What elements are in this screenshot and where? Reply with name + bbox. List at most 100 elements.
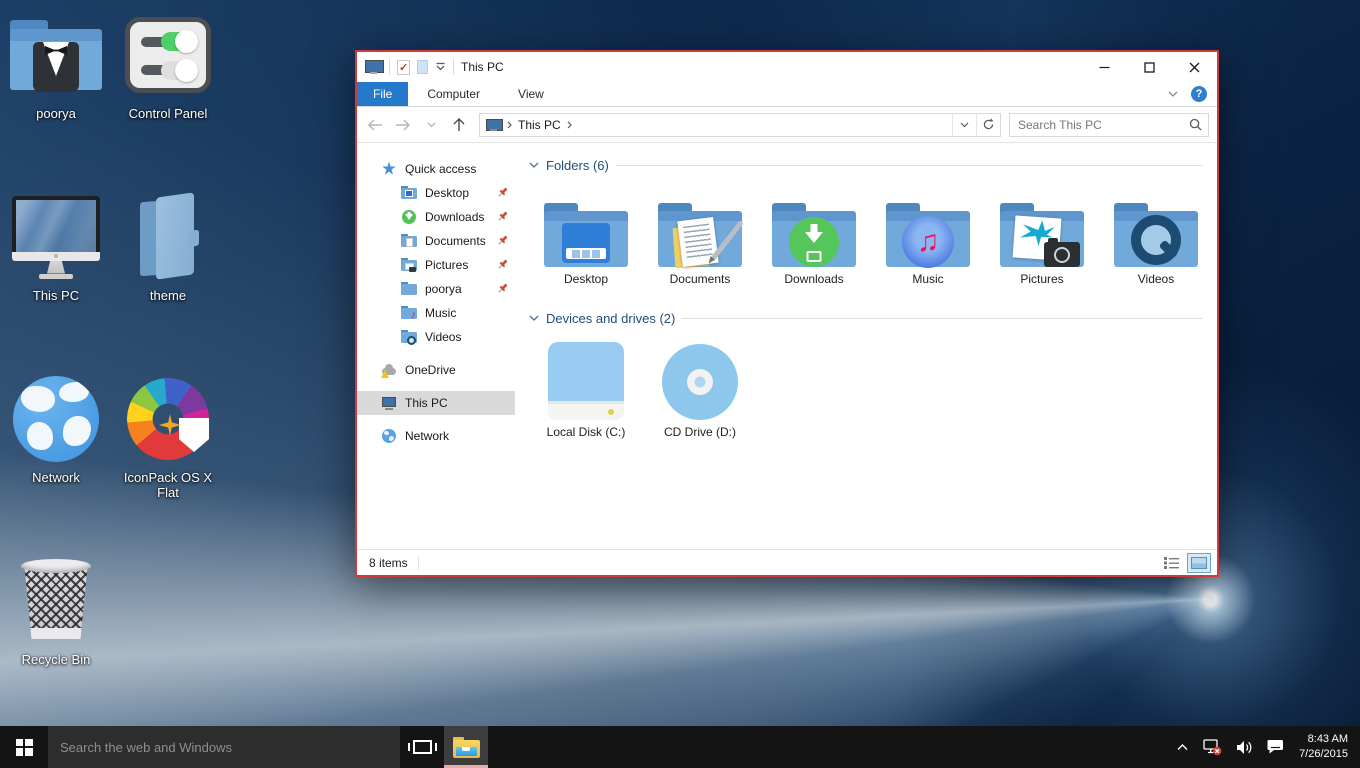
item-count: 8 items bbox=[369, 556, 408, 570]
show-hidden-icons-chevron[interactable] bbox=[1169, 726, 1196, 768]
network-globe-icon bbox=[381, 429, 397, 444]
up-button[interactable] bbox=[447, 113, 471, 137]
maximize-button[interactable] bbox=[1127, 52, 1172, 82]
breadcrumb[interactable]: This PC bbox=[480, 114, 578, 136]
folder-tile-music[interactable]: Music bbox=[871, 185, 985, 286]
sidebar-item-network[interactable]: Network bbox=[357, 424, 515, 448]
ribbon-expand-chevron-icon[interactable] bbox=[1167, 85, 1179, 103]
folder-tile-videos[interactable]: Videos bbox=[1099, 185, 1213, 286]
onedrive-icon bbox=[381, 363, 397, 378]
folder-tile-pictures[interactable]: Pictures bbox=[985, 185, 1099, 286]
task-view-button[interactable] bbox=[400, 726, 444, 768]
help-icon[interactable]: ? bbox=[1191, 86, 1207, 102]
forward-button[interactable] bbox=[391, 113, 415, 137]
desktop-icon-control-panel[interactable]: Control Panel bbox=[116, 8, 220, 122]
desktop-folder-icon bbox=[401, 186, 417, 201]
explorer-search-input[interactable] bbox=[1018, 118, 1189, 132]
drive-tile-local-disk[interactable]: Local Disk (C:) bbox=[529, 338, 643, 439]
properties-icon[interactable] bbox=[397, 60, 410, 75]
explorer-window: This PC File Computer View bbox=[355, 50, 1219, 577]
downloads-icon bbox=[401, 210, 417, 225]
recent-locations-chevron-icon[interactable] bbox=[419, 113, 443, 137]
sidebar-item-music[interactable]: Music bbox=[357, 301, 515, 325]
minimize-button[interactable] bbox=[1082, 52, 1127, 82]
open-folder-icon bbox=[121, 190, 215, 284]
window-title: This PC bbox=[461, 60, 504, 74]
sidebar-item-onedrive[interactable]: OneDrive bbox=[357, 358, 515, 382]
action-center-icon[interactable] bbox=[1260, 726, 1291, 768]
folder-tile-downloads[interactable]: Downloads bbox=[757, 185, 871, 286]
system-tray: 8:43 AM 7/26/2015 bbox=[1169, 726, 1360, 768]
sidebar-item-this-pc[interactable]: This PC bbox=[357, 391, 515, 415]
quick-access-toolbar bbox=[365, 58, 454, 76]
title-bar[interactable]: This PC bbox=[357, 52, 1217, 82]
globe-icon bbox=[9, 372, 103, 466]
sidebar-item-poorya[interactable]: poorya bbox=[357, 277, 515, 301]
address-dropdown-chevron-icon[interactable] bbox=[952, 114, 976, 136]
explorer-search[interactable] bbox=[1009, 113, 1209, 137]
devices-group: Local Disk (C:) CD Drive (D:) bbox=[529, 336, 1213, 449]
folder-tile-documents[interactable]: Documents bbox=[643, 185, 757, 286]
clock-time: 8:43 AM bbox=[1299, 732, 1348, 747]
taskbar-file-explorer-button[interactable] bbox=[444, 726, 488, 768]
collapse-chevron-icon[interactable] bbox=[529, 162, 539, 169]
volume-icon[interactable] bbox=[1229, 726, 1260, 768]
qat-customize-chevron-icon[interactable] bbox=[435, 58, 446, 76]
sidebar-item-documents[interactable]: Documents bbox=[357, 229, 515, 253]
details-view-button[interactable] bbox=[1159, 553, 1183, 573]
group-header-devices[interactable]: Devices and drives (2) bbox=[529, 306, 1213, 330]
folder-icon bbox=[401, 282, 417, 297]
quicktime-q-icon bbox=[1131, 215, 1181, 265]
desktop-icon-this-pc[interactable]: This PC bbox=[4, 190, 108, 304]
hard-drive-icon bbox=[548, 342, 624, 420]
user-folder-icon bbox=[9, 8, 103, 102]
pin-icon bbox=[496, 234, 509, 250]
search-icon[interactable] bbox=[1189, 118, 1202, 131]
close-button[interactable] bbox=[1172, 52, 1217, 82]
taskbar: 8:43 AM 7/26/2015 bbox=[0, 726, 1360, 768]
desktop-overlay-icon bbox=[562, 223, 610, 263]
documents-folder-icon bbox=[401, 234, 417, 249]
music-folder-icon bbox=[401, 306, 417, 321]
taskbar-search[interactable] bbox=[48, 726, 400, 768]
desktop-icon-poorya[interactable]: poorya bbox=[4, 8, 108, 122]
this-pc-small-icon bbox=[486, 119, 501, 131]
sidebar-item-pictures[interactable]: Pictures bbox=[357, 253, 515, 277]
taskbar-clock[interactable]: 8:43 AM 7/26/2015 bbox=[1291, 732, 1360, 762]
iconpack-swirl-icon bbox=[121, 372, 215, 466]
recycle-bin-icon bbox=[9, 554, 103, 648]
group-header-folders[interactable]: Folders (6) bbox=[529, 153, 1213, 177]
collapse-chevron-icon[interactable] bbox=[529, 315, 539, 322]
refresh-icon[interactable] bbox=[976, 114, 1000, 136]
computer-icon bbox=[9, 190, 103, 284]
large-icons-view-button[interactable] bbox=[1187, 553, 1211, 573]
desktop-icon-network[interactable]: Network bbox=[4, 372, 108, 486]
navigation-pane: Quick access Desktop Downloads Documents bbox=[357, 143, 515, 549]
taskbar-search-input[interactable] bbox=[60, 740, 388, 755]
tab-computer[interactable]: Computer bbox=[408, 82, 499, 106]
tab-file[interactable]: File bbox=[357, 82, 408, 106]
drive-tile-cd[interactable]: CD Drive (D:) bbox=[643, 338, 757, 439]
desktop-icon-recycle-bin[interactable]: Recycle Bin bbox=[4, 554, 108, 668]
desktop-icon-iconpack[interactable]: IconPack OS X Flat bbox=[116, 372, 220, 501]
start-button[interactable] bbox=[0, 726, 48, 768]
desktop-icon-theme[interactable]: theme bbox=[116, 190, 220, 304]
this-pc-window-icon bbox=[365, 60, 382, 74]
folder-tile-desktop[interactable]: Desktop bbox=[529, 185, 643, 286]
status-bar: 8 items bbox=[357, 549, 1217, 575]
breadcrumb-root[interactable]: This PC bbox=[518, 118, 561, 132]
sidebar-item-desktop[interactable]: Desktop bbox=[357, 181, 515, 205]
sidebar-item-downloads[interactable]: Downloads bbox=[357, 205, 515, 229]
pin-icon bbox=[496, 258, 509, 274]
sidebar-item-videos[interactable]: Videos bbox=[357, 325, 515, 349]
pin-icon bbox=[496, 186, 509, 202]
new-folder-icon[interactable] bbox=[417, 60, 428, 74]
folders-group: Desktop Documents Downloads bbox=[529, 183, 1213, 296]
back-button[interactable] bbox=[363, 113, 387, 137]
sidebar-item-quick-access[interactable]: Quick access bbox=[357, 157, 515, 181]
address-bar[interactable]: This PC bbox=[479, 113, 1001, 137]
network-status-icon[interactable] bbox=[1196, 726, 1229, 768]
clock-date: 7/26/2015 bbox=[1299, 747, 1348, 762]
tab-view[interactable]: View bbox=[499, 82, 563, 106]
desktop: poorya Control Panel This PC theme Netwo… bbox=[0, 0, 1360, 768]
